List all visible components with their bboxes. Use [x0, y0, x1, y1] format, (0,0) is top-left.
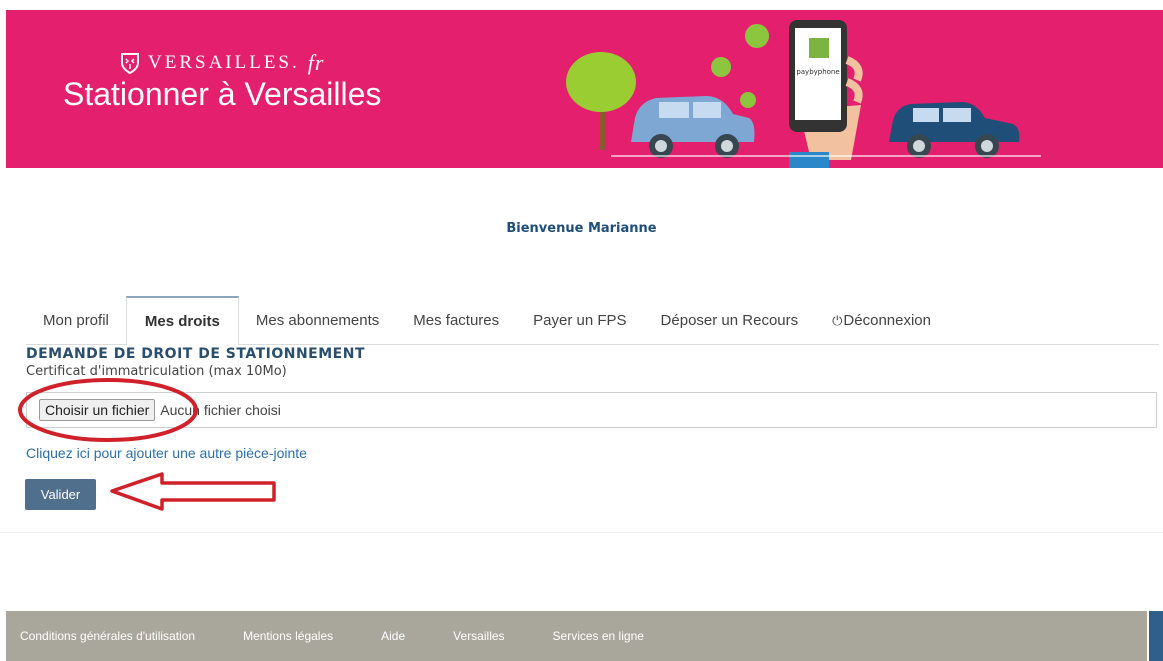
- footer-link-cgu[interactable]: Conditions générales d'utilisation: [20, 629, 195, 643]
- brand-logo[interactable]: VERSAILLES. fr: [120, 50, 324, 76]
- footer-link-versailles[interactable]: Versailles: [453, 629, 504, 643]
- tab-label: Payer un FPS: [533, 312, 627, 329]
- tab-label: Mes abonnements: [255, 312, 380, 329]
- tab-label: Déconnexion: [843, 312, 931, 329]
- tab-mes-abonnements[interactable]: Mes abonnements: [239, 296, 396, 343]
- parking-illustration: paybyphone: [566, 20, 1041, 168]
- submit-button[interactable]: Valider: [25, 479, 96, 510]
- tree-icon: [566, 52, 636, 150]
- site-title: Stationner à Versailles: [63, 76, 382, 112]
- brand-suffix: fr: [307, 50, 325, 75]
- coat-of-arms-icon: [121, 53, 139, 74]
- tab-mes-droits[interactable]: Mes droits: [125, 296, 239, 345]
- choose-file-button[interactable]: Choisir un fichier: [39, 399, 156, 421]
- add-attachment-link[interactable]: Cliquez ici pour ajouter une autre pièce…: [26, 445, 307, 461]
- tab-label: Mes factures: [413, 312, 500, 329]
- account-tabs: Mon profil Mes droits Mes abonnements Me…: [26, 296, 1159, 345]
- annotation-arrow: [110, 472, 276, 511]
- file-field-label: Certificat d'immatriculation (max 10Mo): [26, 364, 287, 379]
- header-banner: VERSAILLES. fr Stationner à Versailles pa…: [6, 10, 1163, 168]
- footer-link-aide[interactable]: Aide: [381, 629, 405, 643]
- content-divider: [0, 532, 1163, 533]
- phone-label: paybyphone: [796, 68, 839, 76]
- power-icon: ⏻: [832, 313, 843, 328]
- tab-label: Mes droits: [144, 313, 220, 330]
- brand-name: VERSAILLES.: [148, 52, 300, 73]
- car-icon: [889, 102, 1020, 158]
- footer-edge: [1149, 611, 1163, 661]
- footer: Conditions générales d'utilisation Menti…: [6, 611, 1147, 661]
- phone-hand-icon: paybyphone: [789, 20, 863, 168]
- welcome-message: Bienvenue Marianne: [506, 221, 657, 236]
- car-icon: [631, 96, 755, 158]
- tab-label: Déposer un Recours: [660, 312, 799, 329]
- tab-label: Mon profil: [43, 312, 109, 329]
- form-title: DEMANDE DE DROIT DE STATIONNEMENT: [26, 346, 365, 362]
- file-status-text: Aucun fichier choisi: [160, 402, 281, 418]
- tab-payer-un-fps[interactable]: Payer un FPS: [516, 296, 643, 343]
- file-upload-field: Choisir un fichier Aucun fichier choisi: [26, 392, 1157, 428]
- footer-link-mentions[interactable]: Mentions légales: [243, 629, 333, 643]
- tab-mon-profil[interactable]: Mon profil: [26, 296, 126, 343]
- footer-link-services[interactable]: Services en ligne: [553, 629, 644, 643]
- tab-deconnexion[interactable]: ⏻Déconnexion: [815, 296, 948, 343]
- tab-deposer-un-recours[interactable]: Déposer un Recours: [644, 296, 816, 343]
- tab-mes-factures[interactable]: Mes factures: [396, 296, 516, 343]
